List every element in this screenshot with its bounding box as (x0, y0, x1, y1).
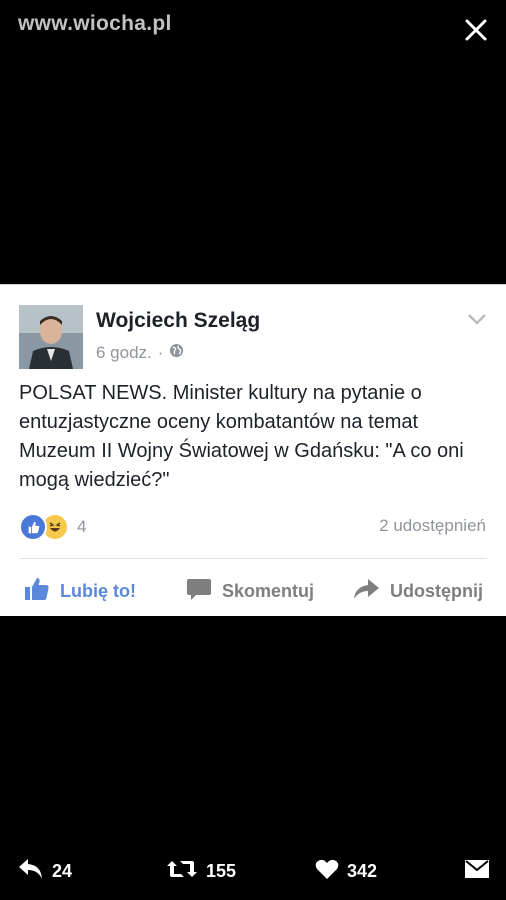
comment-button-label: Skomentuj (222, 581, 315, 601)
post-author[interactable]: Wojciech Szeląg (96, 309, 260, 333)
share-count[interactable]: 2 udostępnień (379, 516, 486, 536)
post-text: POLSAT NEWS. Minister kultury na pytanie… (19, 382, 464, 491)
message-icon (464, 858, 490, 885)
comment-icon (186, 577, 212, 606)
reply-button[interactable]: 24 (18, 858, 72, 885)
share-icon (352, 577, 380, 606)
divider (19, 558, 487, 559)
globe-icon (169, 343, 184, 363)
tweet-action-bar: 24 155 342 (0, 854, 506, 886)
close-icon[interactable] (464, 18, 488, 42)
avatar[interactable] (19, 305, 83, 369)
retweet-count: 155 (206, 861, 237, 881)
heart-button[interactable]: 342 (315, 858, 377, 885)
like-reaction-icon (19, 513, 47, 541)
heart-icon (315, 858, 339, 885)
share-button-label: Udostępnij (390, 581, 483, 601)
like-button-label: Lubię to! (60, 581, 136, 601)
reaction-count: 4 (77, 517, 87, 536)
post-time[interactable]: 6 godz. (96, 343, 152, 363)
watermark: www.wiocha.pl (18, 12, 172, 35)
share-button[interactable]: Udostępnij (352, 577, 483, 606)
reactions-summary[interactable]: 4 (19, 513, 86, 541)
comment-button[interactable]: Skomentuj (186, 577, 314, 606)
like-button[interactable]: Lubię to! (24, 577, 136, 606)
facebook-post-card: Wojciech Szeląg 6 godz. · POLSAT NEWS. M… (0, 284, 506, 616)
reply-count: 24 (52, 861, 73, 881)
retweet-button[interactable]: 155 (166, 858, 236, 885)
meta-separator: · (157, 343, 164, 362)
thumbs-up-icon (24, 577, 50, 606)
reply-icon (18, 858, 44, 885)
post-meta: 6 godz. · (96, 343, 184, 363)
retweet-icon (166, 858, 198, 885)
chevron-down-icon[interactable] (466, 311, 488, 327)
message-button[interactable] (464, 858, 490, 885)
like-count: 342 (347, 861, 378, 881)
